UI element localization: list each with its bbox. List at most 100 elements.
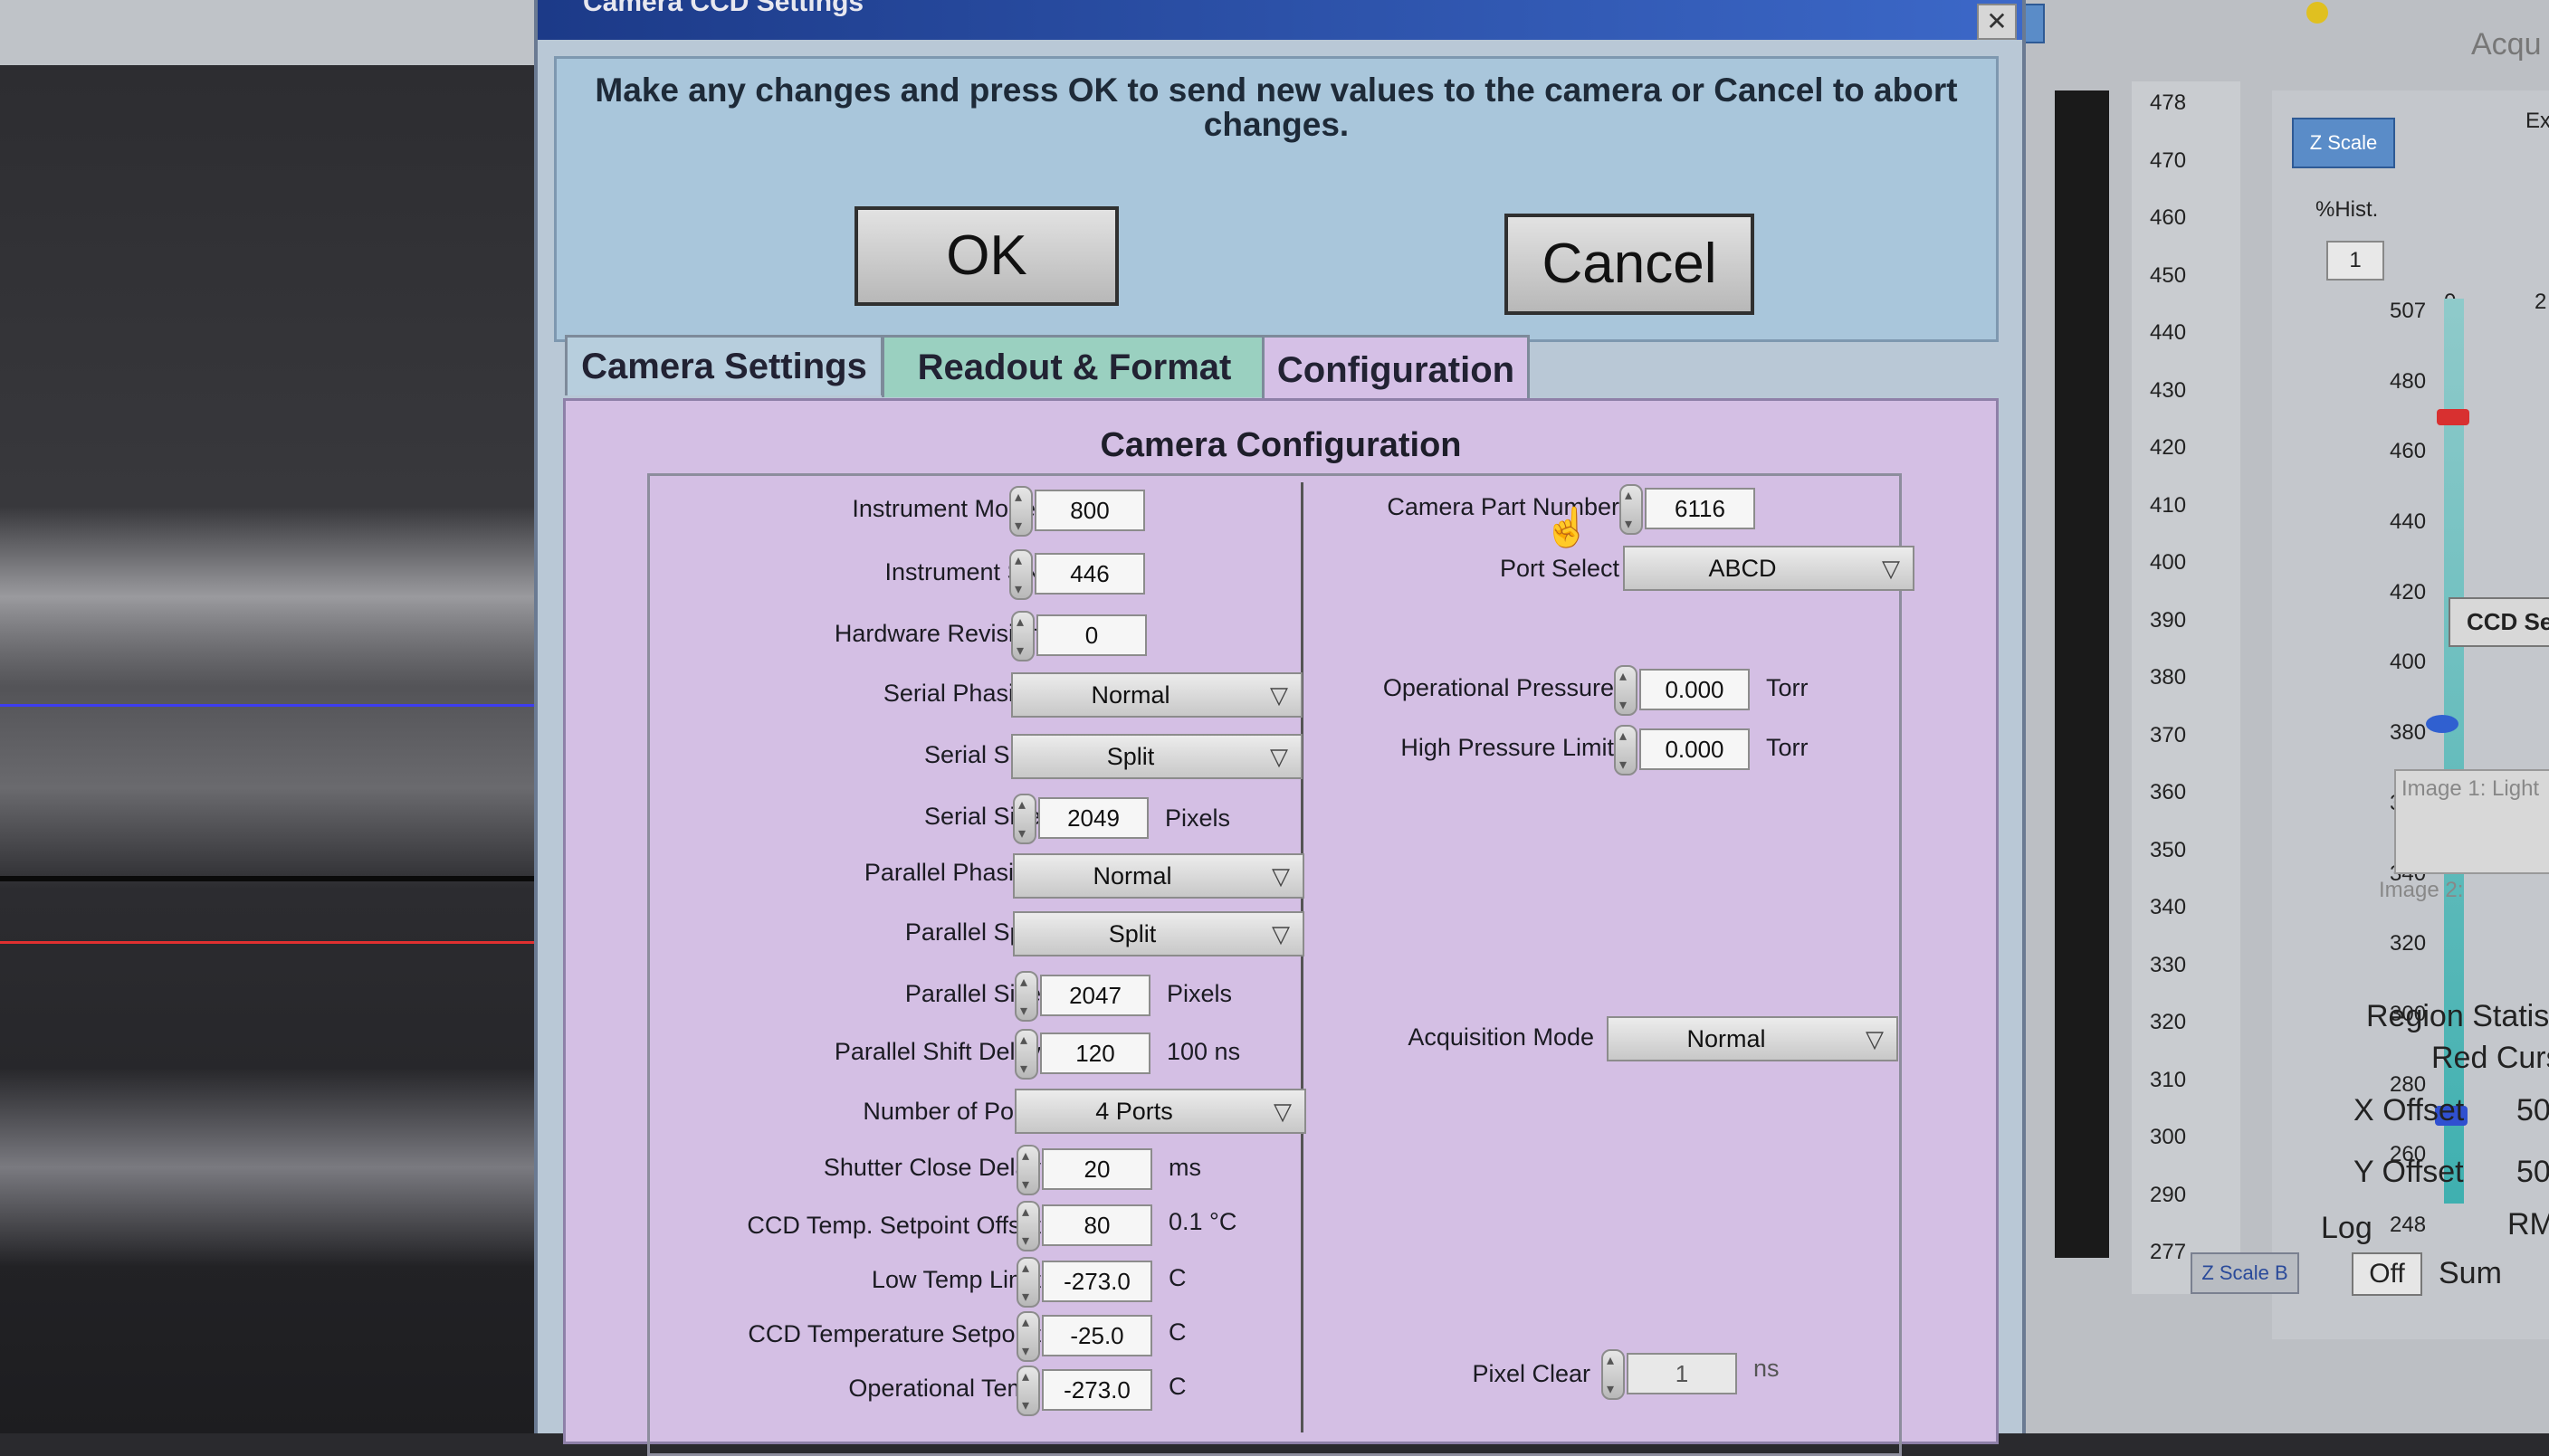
cancel-button[interactable]: Cancel	[1504, 214, 1754, 315]
ruler-tick-label: 380	[2150, 665, 2187, 690]
hardware-revision-input[interactable]: 0	[1036, 614, 1147, 656]
serial-phasing-select[interactable]: Normal ▽	[1011, 672, 1303, 718]
scale-tick-label: 320	[2390, 931, 2427, 956]
rm-label: RM	[2507, 1207, 2549, 1242]
ruler-tick-label: 370	[2150, 722, 2187, 747]
chevron-down-icon: ▽	[1270, 743, 1288, 770]
dialog-titlebar[interactable]: Camera CCD Settings ✕	[538, 0, 2022, 40]
operational-pressure-unit: Torr	[1766, 674, 1809, 701]
ruler-tick-label: 350	[2150, 837, 2187, 862]
image2-label: Image 2:	[2379, 878, 2464, 902]
port-select-select[interactable]: ABCD ▽	[1623, 546, 1914, 591]
x-offset-input[interactable]: 50	[2516, 1093, 2549, 1128]
high-pressure-limit-spinner[interactable]	[1614, 725, 1637, 776]
number-of-ports-select[interactable]: 4 Ports ▽	[1015, 1089, 1306, 1134]
z-scale-b-button[interactable]: Z Scale B	[2191, 1252, 2299, 1294]
acquisition-mode-select[interactable]: Normal ▽	[1607, 1016, 1898, 1061]
image-streak	[0, 1068, 597, 1267]
camera-part-number-input[interactable]: 6116	[1645, 488, 1755, 529]
serial-phasing-label: Serial Phasing	[883, 680, 1041, 707]
operational-temp-input[interactable]: -273.0	[1042, 1369, 1152, 1411]
chevron-down-icon: ▽	[1866, 1025, 1884, 1052]
black-line	[0, 876, 570, 881]
operational-pressure-spinner[interactable]	[1614, 665, 1637, 716]
acquisition-mode-value: Normal	[1686, 1025, 1766, 1052]
acquire-button[interactable]: Acqu	[2471, 27, 2542, 62]
parallel-phasing-select[interactable]: Normal ▽	[1013, 853, 1304, 899]
parallel-split-label: Parallel Split	[904, 918, 1041, 946]
high-pressure-limit-input[interactable]: 0.000	[1639, 728, 1750, 770]
scale-tick-label: 380	[2390, 720, 2427, 746]
serial-size-spinner[interactable]	[1013, 794, 1036, 844]
high-pressure-limit-label: High Pressure Limit	[1400, 734, 1614, 761]
scale-tick-label: 480	[2390, 368, 2427, 394]
z-scale-button[interactable]: Z Scale	[2292, 118, 2395, 168]
ruler-tick-label: 430	[2150, 377, 2187, 403]
ruler-tick-label: 340	[2150, 895, 2187, 919]
low-temp-limit-input[interactable]: -273.0	[1042, 1261, 1152, 1302]
sum-label: Sum	[2439, 1256, 2502, 1290]
ruler-tick-label: 410	[2150, 492, 2187, 518]
parallel-phasing-label: Parallel Phasing	[864, 859, 1041, 886]
instrument-model-spinner[interactable]	[1009, 486, 1033, 537]
log-label: Log	[2321, 1211, 2372, 1245]
shutter-close-delay-input[interactable]: 20	[1042, 1148, 1152, 1190]
shutter-close-delay-spinner[interactable]	[1017, 1145, 1040, 1195]
parallel-split-select[interactable]: Split ▽	[1013, 911, 1304, 956]
operational-temp-spinner[interactable]	[1017, 1366, 1040, 1416]
image-streak	[0, 507, 597, 688]
axis-2-label: 2	[2535, 290, 2547, 314]
operational-temp-unit: C	[1169, 1373, 1187, 1400]
serial-size-input[interactable]: 2049	[1038, 797, 1149, 839]
ccd-temperature-setpoint-input[interactable]: -25.0	[1042, 1315, 1152, 1356]
ccd-temp-setpoint-offset-input[interactable]: 80	[1042, 1204, 1152, 1246]
ccd-settings-button[interactable]: CCD Se	[2449, 597, 2549, 647]
parallel-size-input[interactable]: 2047	[1040, 975, 1150, 1016]
ccd-temperature-setpoint-spinner[interactable]	[1017, 1311, 1040, 1362]
close-icon[interactable]: ✕	[1977, 4, 2017, 40]
z-scale-max-handle[interactable]	[2437, 409, 2469, 425]
shutter-close-delay-label: Shutter Close Delay	[823, 1154, 1041, 1181]
tab-readout-format[interactable]: Readout & Format	[882, 335, 1267, 397]
parallel-shift-delay-spinner[interactable]	[1015, 1029, 1038, 1080]
low-temp-limit-unit: C	[1169, 1264, 1187, 1291]
ruler-tick-label: 470	[2150, 148, 2187, 173]
red-cursor-label: Red Curs	[2431, 1041, 2549, 1075]
camera-part-number-spinner[interactable]	[1619, 484, 1643, 535]
serial-split-select[interactable]: Split ▽	[1011, 734, 1303, 779]
parallel-size-unit: Pixels	[1167, 980, 1233, 1007]
parallel-size-spinner[interactable]	[1015, 971, 1038, 1022]
dark-column	[2055, 90, 2109, 1258]
port-select-label: Port Select	[1499, 555, 1619, 582]
ruler-tick-label: 460	[2150, 205, 2187, 230]
ruler-tick-label: 420	[2150, 435, 2187, 460]
pixel-clear-spinner[interactable]	[1601, 1349, 1625, 1400]
low-temp-limit-label: Low Temp Limit	[871, 1266, 1041, 1293]
ccd-temp-setpoint-offset-spinner[interactable]	[1017, 1201, 1040, 1251]
parallel-shift-delay-label: Parallel Shift Delay	[834, 1038, 1041, 1065]
instrument-model-input[interactable]: 800	[1035, 490, 1145, 531]
chevron-down-icon: ▽	[1274, 1098, 1292, 1125]
scale-tick-label: 248	[2390, 1213, 2427, 1237]
port-select-value: ABCD	[1708, 555, 1777, 582]
hardware-revision-spinner[interactable]	[1011, 611, 1035, 661]
pixel-clear-unit: ns	[1753, 1355, 1780, 1382]
log-off-toggle[interactable]: Off	[2352, 1252, 2422, 1296]
ruler-tick-label: 277	[2150, 1240, 2187, 1264]
configuration-title: Camera Configuration	[1100, 426, 1462, 464]
pixel-clear-input[interactable]: 1	[1627, 1353, 1737, 1394]
tab-camera-settings[interactable]: Camera Settings	[565, 335, 883, 395]
chevron-down-icon: ▽	[1882, 555, 1900, 582]
hist-input[interactable]: 1	[2326, 241, 2384, 281]
low-temp-limit-spinner[interactable]	[1017, 1257, 1040, 1308]
operational-pressure-input[interactable]: 0.000	[1639, 669, 1750, 710]
instrument-sn-spinner[interactable]	[1009, 549, 1033, 600]
chevron-down-icon: ▽	[1272, 920, 1290, 947]
number-of-ports-label: Number of Ports	[863, 1098, 1041, 1125]
ccd-settings-dialog: Camera CCD Settings ✕ Make any changes a…	[534, 0, 2026, 1456]
ok-button[interactable]: OK	[854, 206, 1119, 306]
y-offset-input[interactable]: 50	[2516, 1155, 2549, 1190]
parallel-shift-delay-input[interactable]: 120	[1040, 1033, 1150, 1074]
instrument-model-label: Instrument Model	[852, 495, 1041, 522]
instrument-sn-input[interactable]: 446	[1035, 553, 1145, 595]
